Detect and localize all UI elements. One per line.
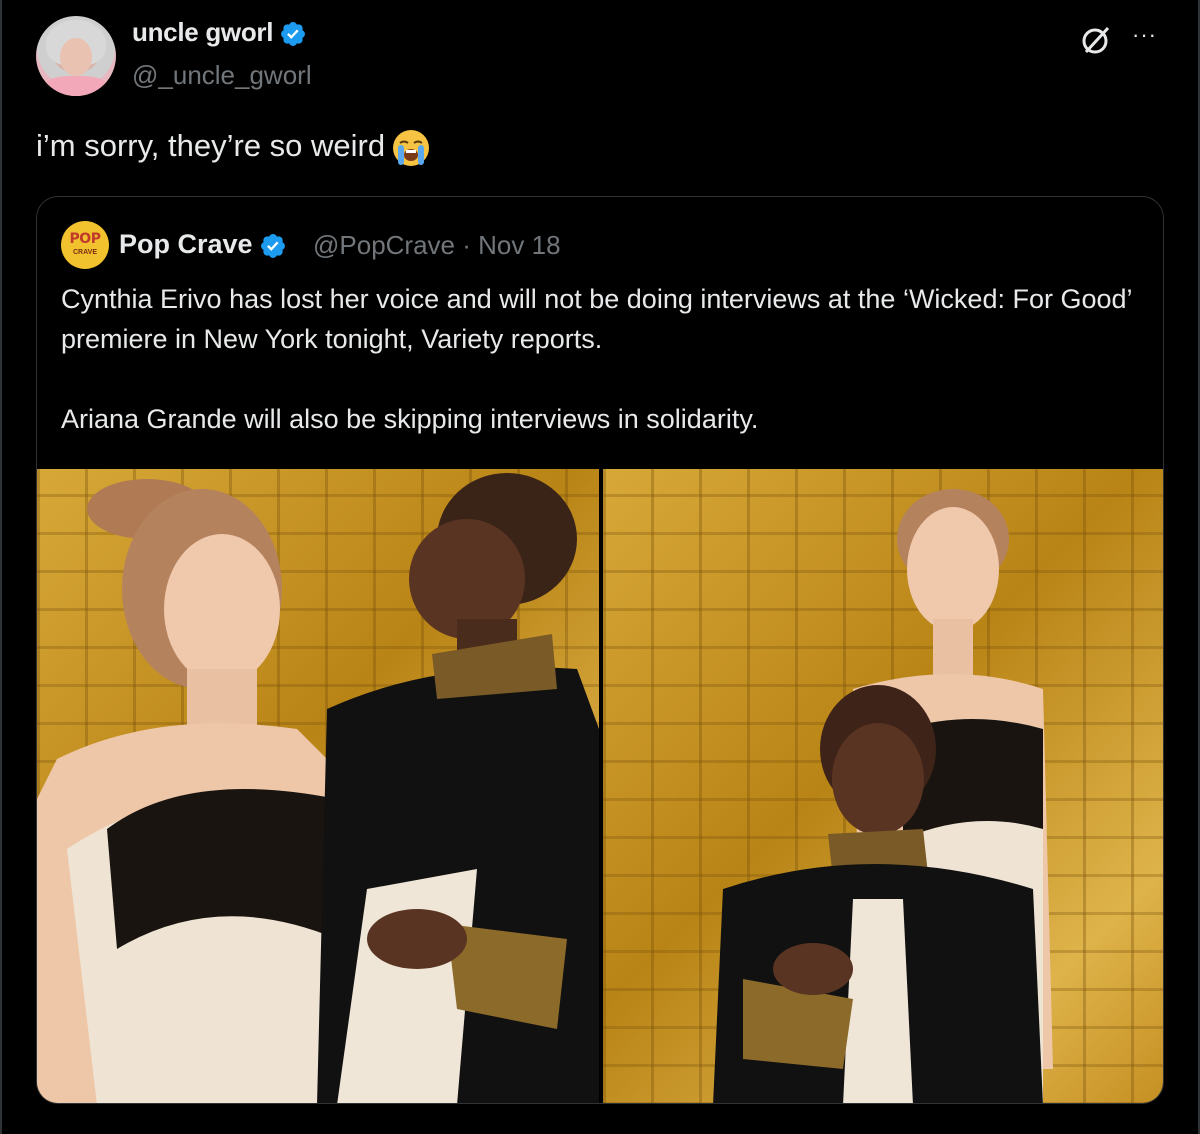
media-grid — [37, 469, 1163, 1103]
verified-badge-icon — [260, 233, 285, 258]
quoted-avatar-logo-bottom: CRAVE — [73, 249, 97, 256]
author-handle[interactable]: @_uncle_gworl — [132, 60, 312, 91]
quoted-date[interactable]: Nov 18 — [478, 230, 560, 260]
meta-separator: · — [462, 230, 471, 260]
author-name-text[interactable]: uncle gworl — [132, 17, 273, 47]
post-text-content: i’m sorry, they’re so weird — [36, 128, 386, 164]
photo-2[interactable] — [603, 469, 1163, 1103]
loudly-crying-face-icon — [393, 130, 430, 166]
quoted-text: Cynthia Erivo has lost her voice and wil… — [61, 279, 1151, 439]
quoted-author-name-text[interactable]: Pop Crave — [119, 229, 253, 259]
avatar[interactable] — [36, 16, 116, 96]
grok-icon[interactable] — [1080, 24, 1112, 56]
quoted-handle[interactable]: @PopCrave — [313, 230, 455, 260]
quoted-meta: @PopCrave · Nov 18 — [313, 230, 561, 261]
post-text: i’m sorry, they’re so weird — [36, 128, 431, 168]
quoted-avatar[interactable]: POP CRAVE — [61, 221, 109, 269]
verified-badge-icon — [281, 22, 306, 47]
more-options-icon[interactable]: ··· — [1132, 22, 1157, 48]
photo-1[interactable] — [37, 469, 599, 1103]
author-name[interactable]: uncle gworl — [132, 17, 307, 48]
quoted-author-name[interactable]: Pop Crave — [119, 229, 287, 260]
quoted-post[interactable]: POP CRAVE Pop Crave @PopCrave · Nov 18 C… — [36, 196, 1164, 1104]
quoted-paragraph-2: Ariana Grande will also be skipping inte… — [61, 404, 759, 434]
quoted-paragraph-1: Cynthia Erivo has lost her voice and wil… — [61, 284, 1132, 354]
quoted-avatar-logo-top: POP — [69, 231, 101, 247]
